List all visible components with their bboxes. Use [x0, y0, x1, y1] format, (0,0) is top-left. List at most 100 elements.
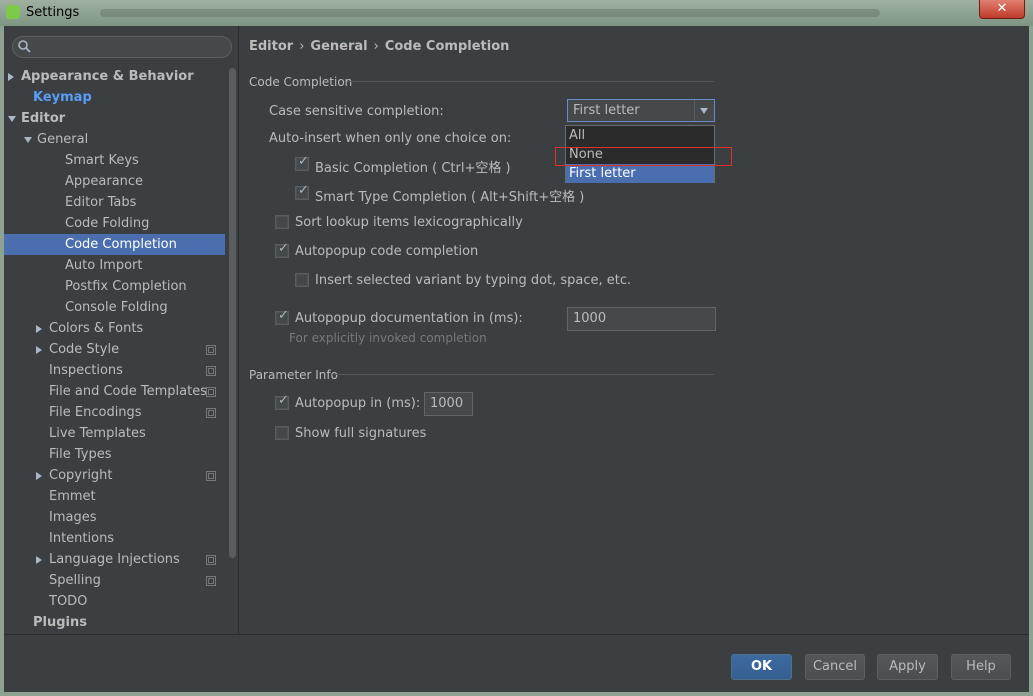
expand-down-arrow-icon[interactable] [8, 116, 16, 122]
sidebar-item-label: Code Folding [65, 216, 150, 231]
case-sensitive-label: Case sensitive completion: [269, 104, 444, 119]
sidebar-item-appearance-behavior[interactable]: Appearance & Behavior [4, 66, 225, 87]
sidebar-item-file-encodings[interactable]: File Encodings [4, 402, 225, 423]
parameter-autopopup-input[interactable]: 1000 [424, 392, 473, 416]
sidebar-item-postfix-completion[interactable]: Postfix Completion [4, 276, 225, 297]
sidebar-item-label: File Types [49, 447, 112, 462]
autopopup-completion-checkbox[interactable]: ✓ [275, 241, 289, 258]
android-studio-icon [6, 5, 20, 19]
sidebar-item-label: Postfix Completion [65, 279, 187, 294]
dropdown-option-all[interactable]: All [566, 126, 714, 145]
sidebar-item-label: Plugins [33, 615, 87, 630]
project-copy-icon [206, 366, 216, 376]
sidebar-scrollbar[interactable] [229, 68, 236, 558]
window-frame-bottom [0, 692, 1033, 696]
autopopup-documentation-input[interactable]: 1000 [567, 307, 716, 331]
sidebar-item-editor-tabs[interactable]: Editor Tabs [4, 192, 225, 213]
settings-search-input[interactable] [12, 36, 232, 58]
parameter-info-section-title: Parameter Info [249, 368, 338, 382]
sidebar-item-auto-import[interactable]: Auto Import [4, 255, 225, 276]
sidebar-item-colors-fonts[interactable]: Colors & Fonts [4, 318, 225, 339]
checkmark-icon: ✓ [298, 154, 309, 169]
breadcrumb-general: General [310, 39, 368, 54]
sidebar-item-appearance[interactable]: Appearance [4, 171, 225, 192]
expand-right-arrow-icon[interactable] [36, 556, 42, 564]
breadcrumb-code-completion: Code Completion [384, 39, 510, 54]
sidebar-item-label: Copyright [49, 468, 113, 483]
sidebar-item-spelling[interactable]: Spelling [4, 570, 225, 591]
sidebar-item-label: Inspections [49, 363, 123, 378]
section-divider [347, 81, 714, 82]
footer-divider [4, 634, 1029, 635]
parameter-autopopup-checkbox[interactable]: ✓ [275, 393, 289, 410]
blurred-title-path [100, 9, 880, 17]
help-button[interactable]: Help [951, 654, 1011, 680]
autopopup-documentation-label: Autopopup documentation in (ms): [295, 311, 523, 326]
documentation-hint: For explicitly invoked completion [289, 331, 487, 345]
project-copy-icon [206, 555, 216, 565]
sidebar-item-language-injections[interactable]: Language Injections [4, 549, 225, 570]
sidebar-item-emmet[interactable]: Emmet [4, 486, 225, 507]
sidebar-item-file-types[interactable]: File Types [4, 444, 225, 465]
project-copy-icon [206, 387, 216, 397]
sidebar-item-intentions[interactable]: Intentions [4, 528, 225, 549]
sidebar-item-label: General [37, 132, 89, 147]
show-full-signatures-checkbox[interactable] [275, 426, 289, 440]
insert-selected-variant-checkbox[interactable] [295, 273, 309, 287]
sort-lookup-checkbox[interactable] [275, 215, 289, 229]
sidebar-item-label: Language Injections [49, 552, 180, 567]
autopopup-documentation-checkbox[interactable]: ✓ [275, 308, 289, 325]
sidebar-item-code-completion[interactable]: Code Completion [4, 234, 225, 255]
sidebar-item-images[interactable]: Images [4, 507, 225, 528]
sidebar-item-copyright[interactable]: Copyright [4, 465, 225, 486]
sidebar-item-smart-keys[interactable]: Smart Keys [4, 150, 225, 171]
section-divider [332, 374, 714, 375]
expand-right-arrow-icon[interactable] [8, 73, 14, 81]
sidebar-item-code-style[interactable]: Code Style [4, 339, 225, 360]
basic-completion-label: Basic Completion ( Ctrl+空格 ) [315, 161, 511, 176]
project-copy-icon [206, 471, 216, 481]
window-titlebar: Settings ✕ [0, 0, 1033, 26]
expand-right-arrow-icon[interactable] [36, 346, 42, 354]
sidebar-item-label: Live Templates [49, 426, 146, 441]
highlight-annotation-box [555, 147, 732, 166]
sidebar-item-label: Images [49, 510, 97, 525]
sidebar-item-label: TODO [49, 594, 88, 609]
project-copy-icon [206, 408, 216, 418]
combobox-arrow-button[interactable] [694, 100, 714, 121]
close-window-button[interactable]: ✕ [979, 0, 1025, 19]
sidebar-item-general[interactable]: General [4, 129, 225, 150]
expand-down-arrow-icon[interactable] [24, 137, 32, 143]
sidebar-item-file-and-code-templates[interactable]: File and Code Templates [4, 381, 225, 402]
project-copy-icon [206, 576, 216, 586]
sidebar-item-editor[interactable]: Editor [4, 108, 225, 129]
case-sensitive-combobox[interactable]: First letter [567, 99, 715, 122]
cancel-button[interactable]: Cancel [805, 654, 865, 680]
settings-sidebar: Appearance & Behavior Keymap Editor General… [4, 26, 239, 634]
sidebar-item-code-folding[interactable]: Code Folding [4, 213, 225, 234]
sidebar-item-label: Code Style [49, 342, 120, 357]
breadcrumb-separator: › [299, 39, 305, 54]
expand-right-arrow-icon[interactable] [36, 325, 42, 333]
sidebar-item-label: Keymap [33, 90, 92, 105]
breadcrumb-editor: Editor [249, 39, 294, 54]
sidebar-item-label: Auto Import [65, 258, 143, 273]
sidebar-item-todo[interactable]: TODO [4, 591, 225, 612]
dropdown-option-first-letter[interactable]: First letter [566, 164, 714, 183]
sidebar-item-console-folding[interactable]: Console Folding [4, 297, 225, 318]
ok-button[interactable]: OK [731, 654, 792, 680]
basic-completion-checkbox[interactable]: ✓ [295, 154, 309, 171]
checkmark-icon: ✓ [278, 241, 289, 256]
expand-right-arrow-icon[interactable] [36, 472, 42, 480]
sidebar-item-live-templates[interactable]: Live Templates [4, 423, 225, 444]
autopopup-completion-label: Autopopup code completion [295, 244, 479, 259]
window-title: Settings [26, 5, 80, 20]
sidebar-item-inspections[interactable]: Inspections [4, 360, 225, 381]
sidebar-item-label: Smart Keys [65, 153, 139, 168]
checkmark-icon: ✓ [278, 308, 289, 323]
apply-button[interactable]: Apply [877, 654, 938, 680]
sidebar-item-plugins[interactable]: Plugins [4, 612, 225, 633]
sidebar-item-label: Code Completion [65, 237, 177, 252]
sidebar-item-keymap[interactable]: Keymap [4, 87, 225, 108]
smart-type-completion-checkbox[interactable]: ✓ [295, 183, 309, 200]
